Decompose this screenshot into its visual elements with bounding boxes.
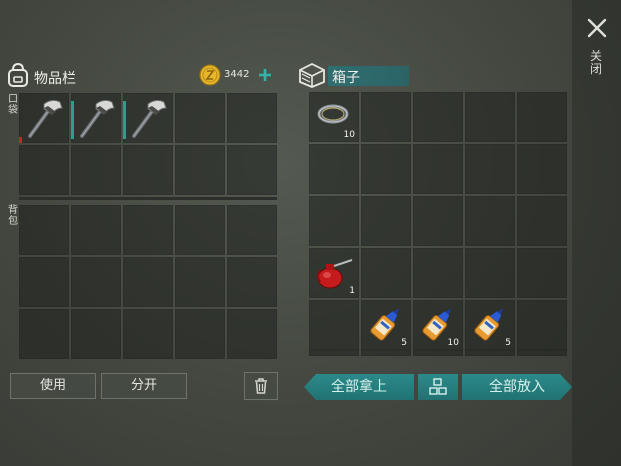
box-slot[interactable] bbox=[309, 144, 359, 194]
box-title: 箱子 bbox=[332, 70, 360, 86]
backpack-slot[interactable] bbox=[175, 205, 225, 255]
box-slot[interactable]: 10 bbox=[309, 92, 359, 142]
pocket-slot[interactable] bbox=[71, 145, 121, 195]
hatchet-icon bbox=[28, 99, 63, 138]
backpack-slot[interactable] bbox=[19, 309, 69, 359]
close-icon[interactable] bbox=[585, 16, 609, 40]
pocket-grid bbox=[19, 93, 277, 195]
close-label[interactable]: 关闭 bbox=[586, 50, 606, 76]
item-quantity: 5 bbox=[505, 338, 511, 348]
backpack-label: 背包 bbox=[8, 205, 18, 227]
pocket-slot[interactable] bbox=[19, 145, 69, 195]
pocket-slot[interactable] bbox=[227, 93, 277, 143]
hatchet-icon bbox=[132, 99, 167, 138]
box-slot[interactable] bbox=[309, 300, 359, 350]
backpack-slot[interactable] bbox=[123, 205, 173, 255]
backpack-icon bbox=[6, 62, 30, 88]
inventory-title: 物品栏 bbox=[34, 71, 76, 87]
grid-sort-icon bbox=[429, 378, 447, 395]
coin-icon bbox=[199, 64, 221, 86]
box-slot[interactable] bbox=[517, 196, 567, 246]
take-all-button[interactable]: 全部拿上 bbox=[304, 374, 414, 400]
box-slot[interactable] bbox=[309, 196, 359, 246]
box-slot[interactable] bbox=[413, 92, 463, 142]
backpack-slot[interactable] bbox=[19, 257, 69, 307]
crate-icon bbox=[298, 62, 326, 88]
pocket-slot[interactable] bbox=[19, 93, 69, 143]
durability-bar bbox=[71, 101, 74, 139]
trash-icon bbox=[255, 378, 267, 394]
pocket-label: 口袋 bbox=[8, 94, 18, 116]
item-quantity: 10 bbox=[343, 130, 355, 140]
backpack-slot[interactable] bbox=[123, 309, 173, 359]
coin-count: 3442 bbox=[224, 69, 250, 80]
pocket-slot[interactable] bbox=[123, 93, 173, 143]
backpack-slot[interactable] bbox=[227, 205, 277, 255]
hatchet-icon bbox=[80, 99, 115, 138]
box-slot[interactable] bbox=[517, 300, 567, 350]
pocket-slot[interactable] bbox=[227, 145, 277, 195]
box-slot[interactable] bbox=[361, 144, 411, 194]
add-coins-icon[interactable] bbox=[258, 67, 272, 81]
inventory-divider bbox=[19, 197, 277, 200]
box-slot[interactable] bbox=[361, 248, 411, 298]
box-slot[interactable] bbox=[517, 92, 567, 142]
backpack-slot[interactable] bbox=[19, 205, 69, 255]
put-all-button[interactable]: 全部放入 bbox=[462, 374, 572, 400]
sort-button[interactable] bbox=[418, 374, 458, 400]
backpack-slot[interactable] bbox=[71, 309, 121, 359]
oil-can-icon bbox=[317, 259, 353, 289]
pocket-slot[interactable] bbox=[123, 145, 173, 195]
backpack-slot[interactable] bbox=[175, 309, 225, 359]
trash-button[interactable] bbox=[244, 372, 278, 400]
backpack-slot[interactable] bbox=[71, 257, 121, 307]
box-slot[interactable] bbox=[465, 92, 515, 142]
durability-bar bbox=[19, 129, 22, 143]
box-slot[interactable] bbox=[465, 196, 515, 246]
box-slot[interactable] bbox=[413, 196, 463, 246]
box-slot[interactable] bbox=[361, 92, 411, 142]
use-button[interactable]: 使用 bbox=[10, 373, 96, 399]
pocket-slot[interactable] bbox=[175, 93, 225, 143]
box-slot[interactable]: 10 bbox=[413, 300, 463, 350]
box-slot[interactable] bbox=[413, 144, 463, 194]
item-quantity: 10 bbox=[447, 338, 459, 348]
box-slot[interactable] bbox=[465, 144, 515, 194]
box-slot[interactable] bbox=[413, 248, 463, 298]
box-slot[interactable]: 5 bbox=[465, 300, 515, 350]
box-slot[interactable] bbox=[517, 248, 567, 298]
pocket-slot[interactable] bbox=[71, 93, 121, 143]
durability-bar bbox=[123, 101, 126, 139]
box-grid-scroll-hint bbox=[309, 350, 567, 356]
backpack-slot[interactable] bbox=[71, 205, 121, 255]
pocket-slot[interactable] bbox=[175, 145, 225, 195]
box-slot[interactable]: 1 bbox=[309, 248, 359, 298]
backpack-slot[interactable] bbox=[227, 309, 277, 359]
box-slot[interactable]: 5 bbox=[361, 300, 411, 350]
glue-tube-icon bbox=[474, 308, 503, 341]
item-quantity: 5 bbox=[401, 338, 407, 348]
backpack-slot[interactable] bbox=[123, 257, 173, 307]
backpack-grid bbox=[19, 205, 277, 359]
wire-coil-icon bbox=[317, 104, 349, 124]
box-grid: 10 1 5 10 5 bbox=[309, 92, 567, 350]
item-quantity: 1 bbox=[349, 286, 355, 296]
box-slot[interactable] bbox=[517, 144, 567, 194]
box-slot[interactable] bbox=[465, 248, 515, 298]
backpack-slot[interactable] bbox=[175, 257, 225, 307]
glue-tube-icon bbox=[370, 308, 399, 341]
box-slot[interactable] bbox=[361, 196, 411, 246]
box-title-bar: 箱子 bbox=[328, 66, 409, 86]
backpack-slot[interactable] bbox=[227, 257, 277, 307]
split-button[interactable]: 分开 bbox=[101, 373, 187, 399]
